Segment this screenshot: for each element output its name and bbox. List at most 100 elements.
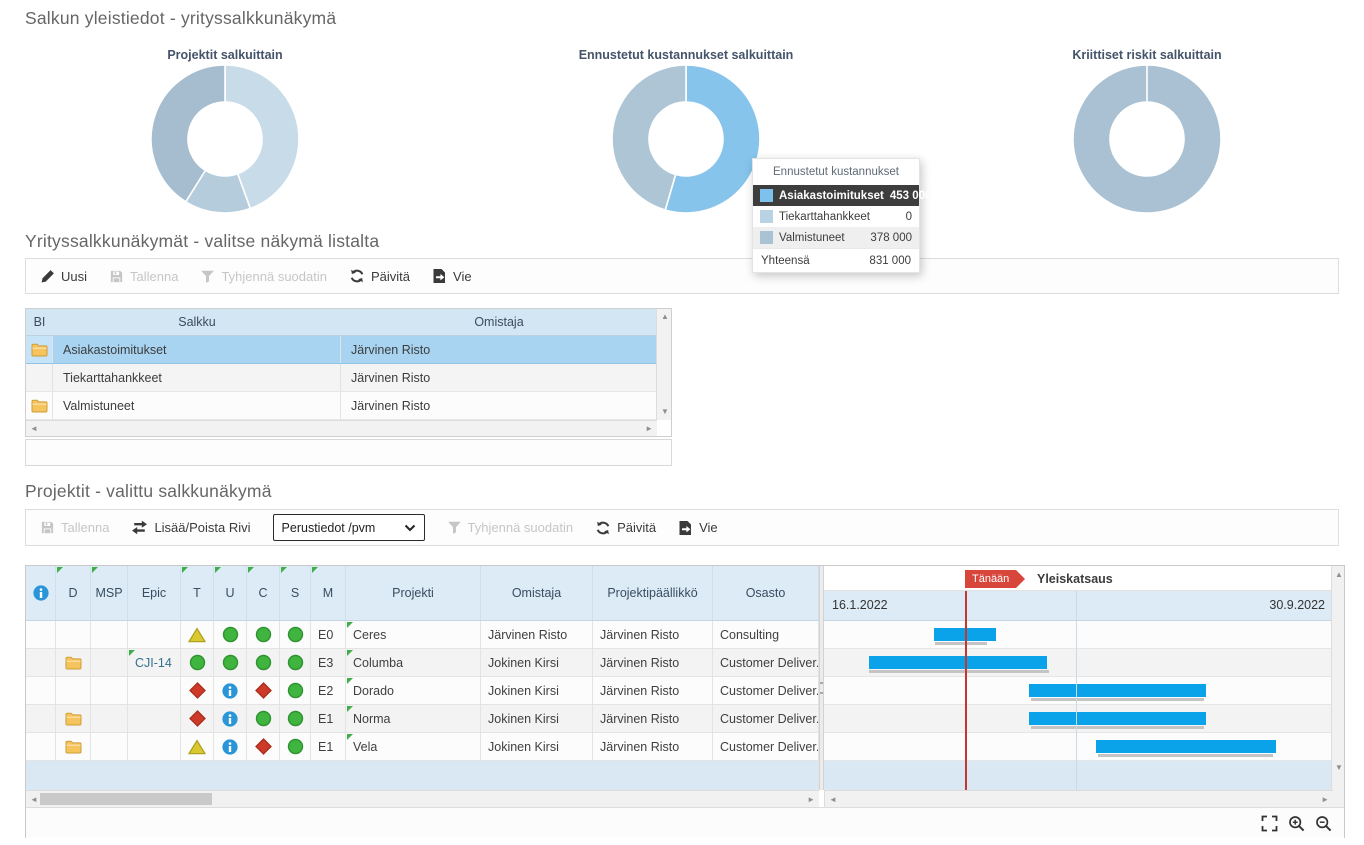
column-header-s[interactable]: S bbox=[280, 566, 311, 620]
column-header-epic[interactable]: Epic bbox=[128, 566, 181, 620]
column-header-c[interactable]: C bbox=[247, 566, 280, 620]
portfolio-row[interactable]: ValmistuneetJärvinen Risto bbox=[26, 392, 671, 420]
column-header-omistaja[interactable]: Omistaja bbox=[481, 566, 593, 620]
column-header-t[interactable]: T bbox=[181, 566, 214, 620]
status-green-circle-icon bbox=[222, 626, 239, 643]
column-header-d[interactable]: D bbox=[56, 566, 91, 620]
owner-cell: Jokinen Kirsi bbox=[481, 649, 593, 676]
gantt-horizontal-scrollbar[interactable]: ◄ ► bbox=[824, 790, 1333, 807]
export-button[interactable]: Vie bbox=[432, 268, 472, 284]
bi-cell bbox=[26, 392, 53, 419]
donut-segment[interactable] bbox=[1073, 65, 1221, 213]
gantt-rows bbox=[824, 621, 1333, 761]
status-c-cell bbox=[247, 677, 280, 704]
refresh-icon bbox=[349, 268, 365, 284]
status-green-circle-icon bbox=[255, 654, 272, 671]
refresh-icon bbox=[595, 520, 611, 536]
status-u-cell bbox=[214, 677, 247, 704]
column-header-osasto[interactable]: Osasto bbox=[713, 566, 819, 620]
milestone-cell: E0 bbox=[311, 621, 346, 648]
scroll-right-icon[interactable]: ► bbox=[1321, 796, 1329, 804]
column-header-m[interactable]: M bbox=[311, 566, 346, 620]
legend-swatch-icon bbox=[760, 231, 773, 244]
epic-cell bbox=[128, 621, 181, 648]
gantt-chart: Tänään Yleiskatsaus 16.1.2022 30.9.2022 bbox=[824, 566, 1333, 790]
save-button[interactable]: Tallenna bbox=[109, 269, 178, 284]
donut-chart-risks[interactable] bbox=[1072, 64, 1222, 214]
column-header-salkku[interactable]: Salkku bbox=[53, 309, 341, 335]
refresh-button[interactable]: Päivitä bbox=[349, 268, 410, 284]
column-header-u[interactable]: U bbox=[214, 566, 247, 620]
column-header-projektipäällikkö[interactable]: Projektipäällikkö bbox=[593, 566, 713, 620]
fullscreen-button[interactable] bbox=[1261, 815, 1278, 832]
export-button[interactable]: Vie bbox=[678, 520, 718, 536]
gantt-bar[interactable] bbox=[1096, 740, 1276, 753]
save-button[interactable]: Tallenna bbox=[40, 520, 109, 535]
status-c-cell bbox=[247, 733, 280, 760]
folder-icon bbox=[65, 656, 82, 670]
today-label: Tänään bbox=[972, 573, 1009, 585]
save-button-label: Tallenna bbox=[130, 269, 178, 284]
clear-filter-button[interactable]: Tyhjennä suodatin bbox=[447, 520, 574, 535]
gantt-bar[interactable] bbox=[869, 656, 1047, 669]
gantt-view-label[interactable]: Yleiskatsaus bbox=[1037, 572, 1113, 586]
status-s-cell bbox=[280, 733, 311, 760]
gantt-bar[interactable] bbox=[1029, 684, 1206, 697]
status-green-circle-icon bbox=[287, 654, 304, 671]
column-header-projekti[interactable]: Projekti bbox=[346, 566, 481, 620]
project-row[interactable]: E0CeresJärvinen RistoJärvinen RistoConsu… bbox=[26, 621, 819, 649]
column-header-info[interactable] bbox=[26, 566, 56, 620]
add-remove-row-button[interactable]: Lisää/Poista Rivi bbox=[131, 520, 250, 535]
view-select[interactable]: Perustiedot /pvm bbox=[273, 514, 425, 541]
bi-cell bbox=[26, 364, 53, 391]
gantt-bar[interactable] bbox=[1029, 712, 1206, 725]
project-row[interactable]: E1VelaJokinen KirsiJärvinen RistoCustome… bbox=[26, 733, 819, 761]
portfolio-row[interactable]: AsiakastoimituksetJärvinen Risto bbox=[26, 336, 671, 364]
column-header-msp[interactable]: MSP bbox=[91, 566, 128, 620]
refresh-button[interactable]: Päivitä bbox=[595, 520, 656, 536]
save-button-label: Tallenna bbox=[61, 520, 109, 535]
scroll-left-icon[interactable]: ◄ bbox=[30, 425, 38, 433]
gantt-baseline-bar bbox=[869, 670, 1049, 673]
portfolio-row[interactable]: TiekarttahankkeetJärvinen Risto bbox=[26, 364, 671, 392]
project-row[interactable]: CJI-14E3ColumbaJokinen KirsiJärvinen Ris… bbox=[26, 649, 819, 677]
scroll-up-icon[interactable]: ▲ bbox=[1335, 571, 1343, 579]
horizontal-scrollbar[interactable]: ◄ ► bbox=[26, 420, 657, 436]
gantt-footer bbox=[26, 807, 1344, 838]
export-button-label: Vie bbox=[453, 269, 472, 284]
milestone-cell: E1 bbox=[311, 733, 346, 760]
scroll-left-icon[interactable]: ◄ bbox=[30, 796, 38, 804]
vertical-scrollbar[interactable]: ▲ ▼ bbox=[656, 309, 671, 420]
document-cell bbox=[56, 733, 91, 760]
scroll-right-icon[interactable]: ► bbox=[807, 796, 815, 804]
gantt-vertical-scrollbar[interactable]: ▲ ▼ bbox=[1331, 566, 1344, 807]
refresh-button-label: Päivitä bbox=[371, 269, 410, 284]
status-c-cell bbox=[247, 649, 280, 676]
status-t-cell bbox=[181, 649, 214, 676]
column-header-bi[interactable]: BI bbox=[26, 309, 53, 335]
scroll-left-icon[interactable]: ◄ bbox=[829, 796, 837, 804]
gantt-empty-band bbox=[824, 761, 1333, 790]
scroll-up-icon[interactable]: ▲ bbox=[661, 313, 669, 321]
zoom-in-button[interactable] bbox=[1288, 815, 1305, 832]
gantt-row bbox=[824, 733, 1333, 761]
portfolio-table-footer bbox=[25, 439, 672, 466]
grid-horizontal-scrollbar[interactable]: ◄ ► bbox=[26, 790, 819, 807]
new-button[interactable]: Uusi bbox=[40, 269, 87, 284]
chart-title-projects: Projektit salkuittain bbox=[75, 48, 375, 62]
scroll-down-icon[interactable]: ▼ bbox=[1335, 764, 1343, 772]
scrollbar-thumb[interactable] bbox=[40, 793, 212, 805]
scroll-down-icon[interactable]: ▼ bbox=[661, 408, 669, 416]
scroll-right-icon[interactable]: ► bbox=[645, 425, 653, 433]
department-cell: Customer Deliver. bbox=[713, 733, 819, 760]
donut-chart-projects[interactable] bbox=[150, 64, 300, 214]
zoom-out-button[interactable] bbox=[1315, 815, 1332, 832]
project-row[interactable]: E1NormaJokinen KirsiJärvinen RistoCustom… bbox=[26, 705, 819, 733]
refresh-button-label: Päivitä bbox=[617, 520, 656, 535]
project-row[interactable]: E2DoradoJokinen KirsiJärvinen RistoCusto… bbox=[26, 677, 819, 705]
projects-grid-header: DMSPEpicTUCSMProjektiOmistajaProjektipää… bbox=[26, 566, 819, 621]
column-header-omistaja[interactable]: Omistaja bbox=[341, 309, 657, 335]
tooltip-rows: Asiakastoimitukset453 000Tiekarttahankke… bbox=[753, 185, 919, 248]
clear-filter-button[interactable]: Tyhjennä suodatin bbox=[200, 269, 327, 284]
donut-chart-costs[interactable] bbox=[611, 64, 761, 214]
